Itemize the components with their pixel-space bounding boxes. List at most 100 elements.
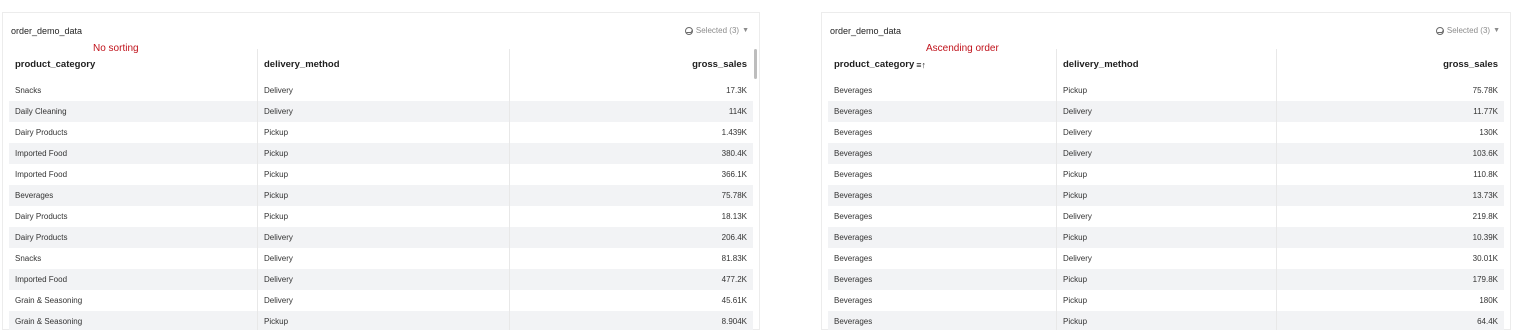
field-selector[interactable]: Selected (3) ▼ [684, 26, 749, 35]
column-header-gross-sales[interactable]: gross_sales [509, 49, 753, 80]
cell-delivery-method: Delivery [1056, 248, 1276, 269]
table-row[interactable]: Imported Food Pickup 366.1K [9, 164, 753, 185]
page: order_demo_data Selected (3) ▼ No sortin… [0, 0, 1514, 330]
table-row[interactable]: Imported Food Pickup 380.4K [9, 143, 753, 164]
cell-gross-sales: 18.13K [509, 206, 753, 227]
cell-gross-sales: 206.4K [509, 227, 753, 248]
table-row[interactable]: Beverages Delivery 11.77K [828, 101, 1504, 122]
table-row[interactable]: Beverages Pickup 10.39K [828, 227, 1504, 248]
selector-label: Selected (3) [695, 26, 740, 35]
cell-delivery-method: Pickup [1056, 269, 1276, 290]
cell-delivery-method: Pickup [1056, 185, 1276, 206]
cell-gross-sales: 45.61K [509, 290, 753, 311]
sort-ascending-icon[interactable]: ≡↑ [916, 60, 926, 70]
cell-delivery-method: Pickup [1056, 311, 1276, 330]
cell-gross-sales: 179.8K [1276, 269, 1504, 290]
cell-product-category: Beverages [834, 86, 873, 95]
table-row[interactable]: Dairy Products Delivery 206.4K [9, 227, 753, 248]
selector-label: Selected (3) [1446, 26, 1491, 35]
check-circle-icon [1435, 26, 1444, 35]
cell-delivery-method: Pickup [257, 122, 509, 143]
column-header-delivery-method[interactable]: delivery_method [257, 49, 509, 80]
cell-product-category: Beverages [834, 191, 873, 200]
field-selector[interactable]: Selected (3) ▼ [1435, 26, 1500, 35]
table-row[interactable]: Grain & Seasoning Pickup 8.904K [9, 311, 753, 330]
cell-gross-sales: 110.8K [1276, 164, 1504, 185]
cell-gross-sales: 81.83K [509, 248, 753, 269]
cell-delivery-method: Delivery [257, 101, 509, 122]
cell-gross-sales: 219.8K [1276, 206, 1504, 227]
cell-gross-sales: 64.4K [1276, 311, 1504, 330]
vertical-scrollbar[interactable] [754, 49, 757, 79]
cell-gross-sales: 13.73K [1276, 185, 1504, 206]
cell-product-category: Daily Cleaning [15, 107, 67, 116]
cell-product-category: Beverages [834, 128, 873, 137]
table-panel-unsorted: order_demo_data Selected (3) ▼ No sortin… [2, 12, 760, 330]
cell-delivery-method: Delivery [257, 227, 509, 248]
cell-product-category: Dairy Products [15, 212, 68, 221]
cell-product-category: Beverages [834, 212, 873, 221]
cell-gross-sales: 477.2K [509, 269, 753, 290]
cell-gross-sales: 11.77K [1276, 101, 1504, 122]
table-row[interactable]: Beverages Delivery 219.8K [828, 206, 1504, 227]
cell-product-category: Beverages [834, 275, 873, 284]
table-row[interactable]: Beverages Pickup 64.4K [828, 311, 1504, 330]
table-body: Snacks Delivery 17.3K Daily Cleaning Deliver… [9, 80, 753, 330]
table-row[interactable]: Beverages Pickup 110.8K [828, 164, 1504, 185]
cell-delivery-method: Pickup [1056, 80, 1276, 101]
table-row[interactable]: Snacks Delivery 81.83K [9, 248, 753, 269]
table-header: product_category delivery_method gross_s… [9, 49, 753, 80]
cell-delivery-method: Delivery [257, 248, 509, 269]
table-row[interactable]: Dairy Products Pickup 18.13K [9, 206, 753, 227]
column-header-product-category[interactable]: product_category [9, 49, 257, 80]
cell-delivery-method: Delivery [257, 269, 509, 290]
table-row[interactable]: Imported Food Delivery 477.2K [9, 269, 753, 290]
cell-delivery-method: Delivery [257, 80, 509, 101]
cell-delivery-method: Pickup [257, 143, 509, 164]
table-row[interactable]: Dairy Products Pickup 1.439K [9, 122, 753, 143]
cell-product-category: Beverages [834, 107, 873, 116]
cell-gross-sales: 8.904K [509, 311, 753, 330]
table-row[interactable]: Grain & Seasoning Delivery 45.61K [9, 290, 753, 311]
cell-delivery-method: Pickup [257, 206, 509, 227]
cell-delivery-method: Delivery [1056, 101, 1276, 122]
table-row[interactable]: Daily Cleaning Delivery 114K [9, 101, 753, 122]
cell-product-category: Snacks [15, 254, 42, 263]
table-row[interactable]: Beverages Delivery 30.01K [828, 248, 1504, 269]
cell-delivery-method: Pickup [257, 164, 509, 185]
table-row[interactable]: Snacks Delivery 17.3K [9, 80, 753, 101]
cell-gross-sales: 10.39K [1276, 227, 1504, 248]
cell-gross-sales: 366.1K [509, 164, 753, 185]
cell-delivery-method: Pickup [257, 185, 509, 206]
table-title: order_demo_data [830, 26, 902, 36]
column-header-product-category[interactable]: product_category ≡↑ [828, 49, 1056, 80]
cell-gross-sales: 103.6K [1276, 143, 1504, 164]
table-row[interactable]: Beverages Pickup 13.73K [828, 185, 1504, 206]
cell-product-category: Dairy Products [15, 233, 68, 242]
cell-product-category: Snacks [15, 86, 42, 95]
cell-product-category: Imported Food [15, 275, 68, 284]
cell-product-category: Beverages [834, 149, 873, 158]
cell-product-category: Beverages [834, 233, 873, 242]
table-row[interactable]: Beverages Pickup 179.8K [828, 269, 1504, 290]
cell-product-category: Imported Food [15, 170, 68, 179]
column-header-label: product_category [834, 59, 915, 70]
cell-product-category: Beverages [834, 170, 873, 179]
column-header-delivery-method[interactable]: delivery_method [1056, 49, 1276, 80]
table-row[interactable]: Beverages Delivery 130K [828, 122, 1504, 143]
cell-product-category: Grain & Seasoning [15, 296, 83, 305]
column-header-gross-sales[interactable]: gross_sales [1276, 49, 1504, 80]
table-row[interactable]: Beverages Pickup 180K [828, 290, 1504, 311]
table-row[interactable]: Beverages Pickup 75.78K [828, 80, 1504, 101]
cell-gross-sales: 380.4K [509, 143, 753, 164]
table-row[interactable]: Beverages Pickup 75.78K [9, 185, 753, 206]
cell-delivery-method: Delivery [257, 290, 509, 311]
cell-gross-sales: 17.3K [509, 80, 753, 101]
cell-gross-sales: 130K [1276, 122, 1504, 143]
cell-product-category: Beverages [15, 191, 54, 200]
cell-product-category: Beverages [834, 296, 873, 305]
cell-delivery-method: Delivery [1056, 143, 1276, 164]
table-row[interactable]: Beverages Delivery 103.6K [828, 143, 1504, 164]
cell-delivery-method: Delivery [1056, 122, 1276, 143]
cell-delivery-method: Pickup [1056, 164, 1276, 185]
